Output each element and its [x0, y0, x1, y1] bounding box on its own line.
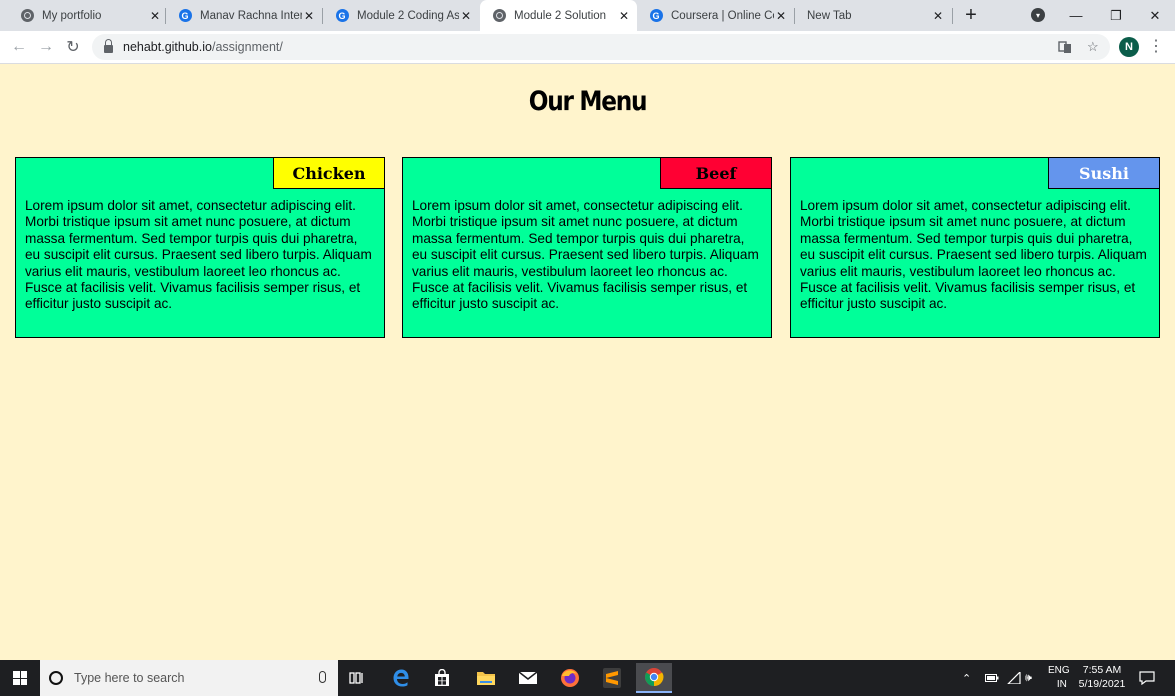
mail-icon[interactable] [510, 663, 546, 693]
minimize-icon[interactable]: — [1056, 0, 1096, 31]
file-explorer-icon[interactable] [468, 663, 504, 693]
close-window-icon[interactable]: ✕ [1135, 0, 1175, 31]
microsoft-store-icon[interactable] [424, 663, 460, 693]
page-title: Our Menu [528, 86, 648, 117]
card-text: Lorem ipsum dolor sit amet, consectetur … [800, 198, 1147, 312]
tab-title: Module 2 Solution [514, 9, 607, 22]
menu-kebab-icon[interactable]: ⋮ [1148, 37, 1164, 57]
cortana-circle-icon [49, 671, 63, 685]
restore-icon[interactable]: ❐ [1096, 0, 1136, 31]
start-button[interactable] [0, 660, 40, 696]
google-sites-icon: G [649, 9, 663, 23]
close-tab-icon[interactable]: ✕ [617, 9, 631, 23]
firefox-icon[interactable] [552, 663, 588, 693]
language-code: ENG [1048, 665, 1070, 676]
clock-time: 7:55 AM [1082, 664, 1122, 676]
edge-browser-icon[interactable] [383, 663, 419, 693]
lock-icon[interactable] [104, 39, 113, 53]
card-text: Lorem ipsum dolor sit amet, consectetur … [25, 198, 372, 312]
close-tab-icon[interactable]: ✕ [302, 9, 316, 23]
windows-logo-icon [13, 671, 27, 685]
forward-arrow-icon[interactable]: → [34, 35, 58, 59]
tab-title: Coursera | Online Courses [671, 9, 774, 22]
address-bar[interactable]: nehabt.github.io/assignment/ ☆ [92, 34, 1110, 60]
sublime-text-icon[interactable] [594, 663, 630, 693]
tab-title: New Tab [807, 9, 852, 22]
tab-title: Manav Rachna International [200, 9, 302, 22]
tab-search-icon[interactable]: ▾ [1031, 8, 1045, 22]
google-sites-icon: G [178, 9, 192, 23]
card-text: Lorem ipsum dolor sit amet, consectetur … [412, 198, 759, 312]
translate-icon[interactable] [1058, 34, 1072, 60]
action-center-icon[interactable] [1139, 660, 1155, 696]
address-url[interactable]: nehabt.github.io/assignment/ [123, 40, 283, 54]
globe-icon [20, 9, 34, 23]
taskbar-search[interactable]: Type here to search [40, 660, 338, 696]
tab-manav-rachna[interactable]: G Manav Rachna International ✕ [166, 0, 322, 31]
task-view-icon[interactable] [339, 663, 375, 693]
card-label-chicken: Chicken [273, 158, 384, 189]
profile-avatar[interactable]: N [1119, 37, 1139, 57]
menu-card-sushi: Sushi Lorem ipsum dolor sit amet, consec… [790, 157, 1160, 338]
bookmark-star-icon[interactable]: ☆ [1087, 34, 1099, 60]
globe-icon [492, 9, 506, 23]
tab-coursera[interactable]: G Coursera | Online Courses ✕ [637, 0, 794, 31]
tab-title: Module 2 Coding Assignment [357, 9, 459, 22]
microphone-icon[interactable] [319, 671, 326, 683]
reload-icon[interactable]: ↻ [61, 35, 85, 59]
web-page: Our Menu Chicken Lorem ipsum dolor sit a… [0, 64, 1175, 660]
menu-card-beef: Beef Lorem ipsum dolor sit amet, consect… [402, 157, 772, 338]
close-tab-icon[interactable]: ✕ [459, 9, 473, 23]
card-label-sushi: Sushi [1048, 158, 1159, 189]
google-sites-icon: G [335, 9, 349, 23]
menu-card-chicken: Chicken Lorem ipsum dolor sit amet, cons… [15, 157, 385, 338]
tab-my-portfolio[interactable]: My portfolio ✕ [8, 0, 168, 31]
tab-module-2-assignment[interactable]: G Module 2 Coding Assignment ✕ [323, 0, 479, 31]
language-indicator[interactable]: ENG IN [1048, 660, 1070, 696]
battery-icon[interactable] [985, 660, 999, 696]
tab-new-tab[interactable]: New Tab ✕ [795, 0, 951, 31]
tab-module-2-solution[interactable]: Module 2 Solution ✕ [480, 0, 637, 31]
browser-toolbar: ← → ↻ nehabt.github.io/assignment/ ☆ N ⋮ [0, 31, 1175, 64]
card-label-beef: Beef [660, 158, 771, 189]
taskbar-search-placeholder: Type here to search [74, 671, 185, 685]
clock-date: 5/19/2021 [1078, 678, 1126, 690]
windows-taskbar: Type here to search ⌃ 🕪 ENG IN 7:55 AM 5… [0, 660, 1175, 696]
back-arrow-icon[interactable]: ← [7, 35, 31, 59]
language-region: IN [1056, 679, 1067, 690]
show-hidden-icons-chevron-icon[interactable]: ⌃ [962, 660, 971, 696]
chrome-icon[interactable] [636, 663, 672, 693]
taskbar-clock[interactable]: 7:55 AM 5/19/2021 [1076, 663, 1128, 691]
tab-title: My portfolio [42, 9, 102, 22]
close-tab-icon[interactable]: ✕ [931, 9, 945, 23]
volume-icon[interactable]: 🕪 [1025, 660, 1032, 696]
close-tab-icon[interactable]: ✕ [774, 9, 788, 23]
close-tab-icon[interactable]: ✕ [148, 9, 162, 23]
wifi-icon[interactable] [1007, 660, 1021, 696]
tab-strip: My portfolio ✕ G Manav Rachna Internatio… [0, 0, 1175, 31]
new-tab-button[interactable]: + [960, 4, 982, 26]
tab-separator [952, 8, 953, 24]
